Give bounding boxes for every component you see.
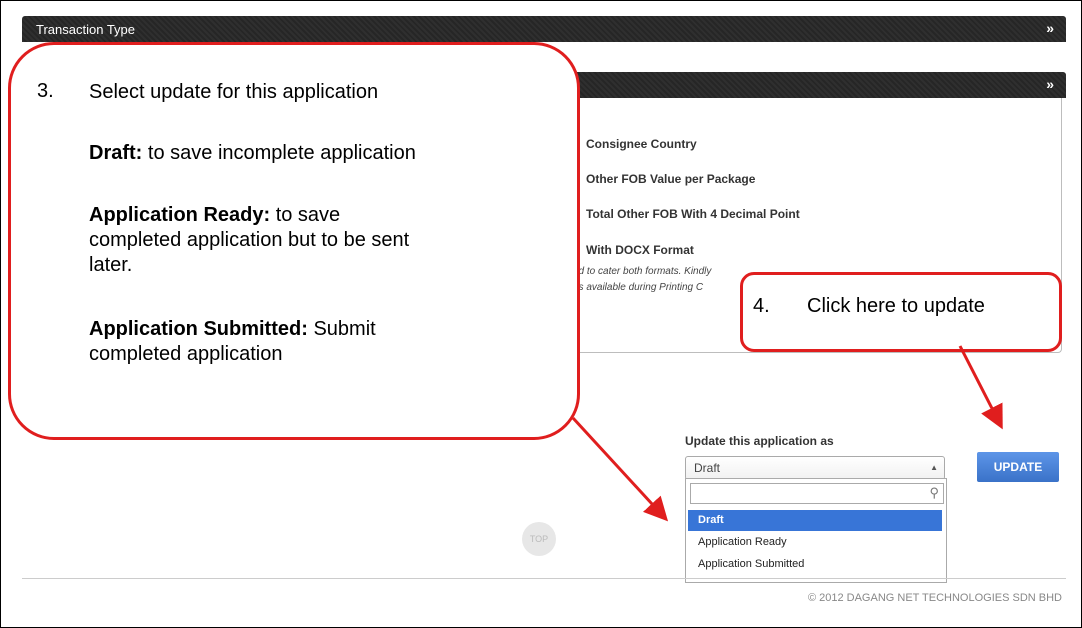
callout-arrows — [571, 345, 1003, 522]
arrow-to-update-button — [958, 345, 1003, 430]
arrow-to-dropdown — [571, 416, 669, 522]
